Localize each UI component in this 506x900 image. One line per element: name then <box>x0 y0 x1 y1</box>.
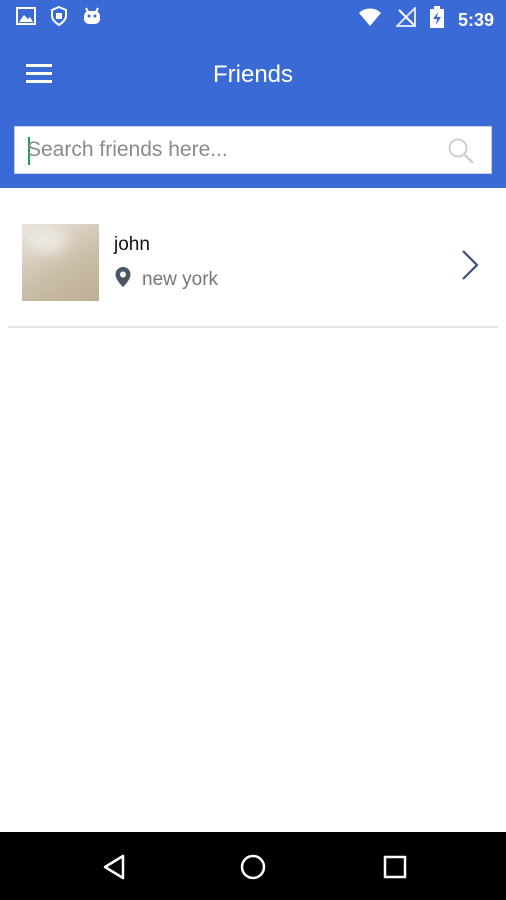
wifi-icon <box>358 7 382 32</box>
home-icon[interactable] <box>238 852 268 882</box>
image-icon <box>16 6 36 31</box>
location-label: new york <box>142 268 219 290</box>
search-box[interactable] <box>14 126 492 174</box>
shield-icon <box>50 5 68 31</box>
list-item[interactable]: john new york <box>0 188 506 328</box>
android-icon <box>82 6 102 31</box>
chevron-right-icon[interactable] <box>460 248 480 282</box>
no-signal-icon <box>394 5 416 32</box>
friends-screen: 5:39 Friends j <box>0 0 506 900</box>
system-nav-bar <box>0 832 506 900</box>
friend-name: john <box>114 234 150 255</box>
app-bar: Friends <box>0 34 506 114</box>
avatar <box>22 224 99 301</box>
status-bar: 5:39 <box>0 0 506 34</box>
page-title: Friends <box>212 61 294 88</box>
friend-location: new york <box>114 266 218 293</box>
search-input[interactable] <box>27 133 427 167</box>
search-icon[interactable] <box>447 137 475 165</box>
back-icon[interactable] <box>100 852 130 882</box>
recents-icon[interactable] <box>380 852 410 882</box>
search-area <box>0 114 506 188</box>
friends-list: john new york <box>0 188 506 328</box>
status-right-icons: 5:39 <box>358 5 494 33</box>
divider <box>8 326 498 328</box>
battery-charging-icon <box>429 6 444 33</box>
location-pin-icon <box>114 266 132 293</box>
status-time: 5:39 <box>457 9 494 30</box>
status-left-icons <box>16 5 102 31</box>
